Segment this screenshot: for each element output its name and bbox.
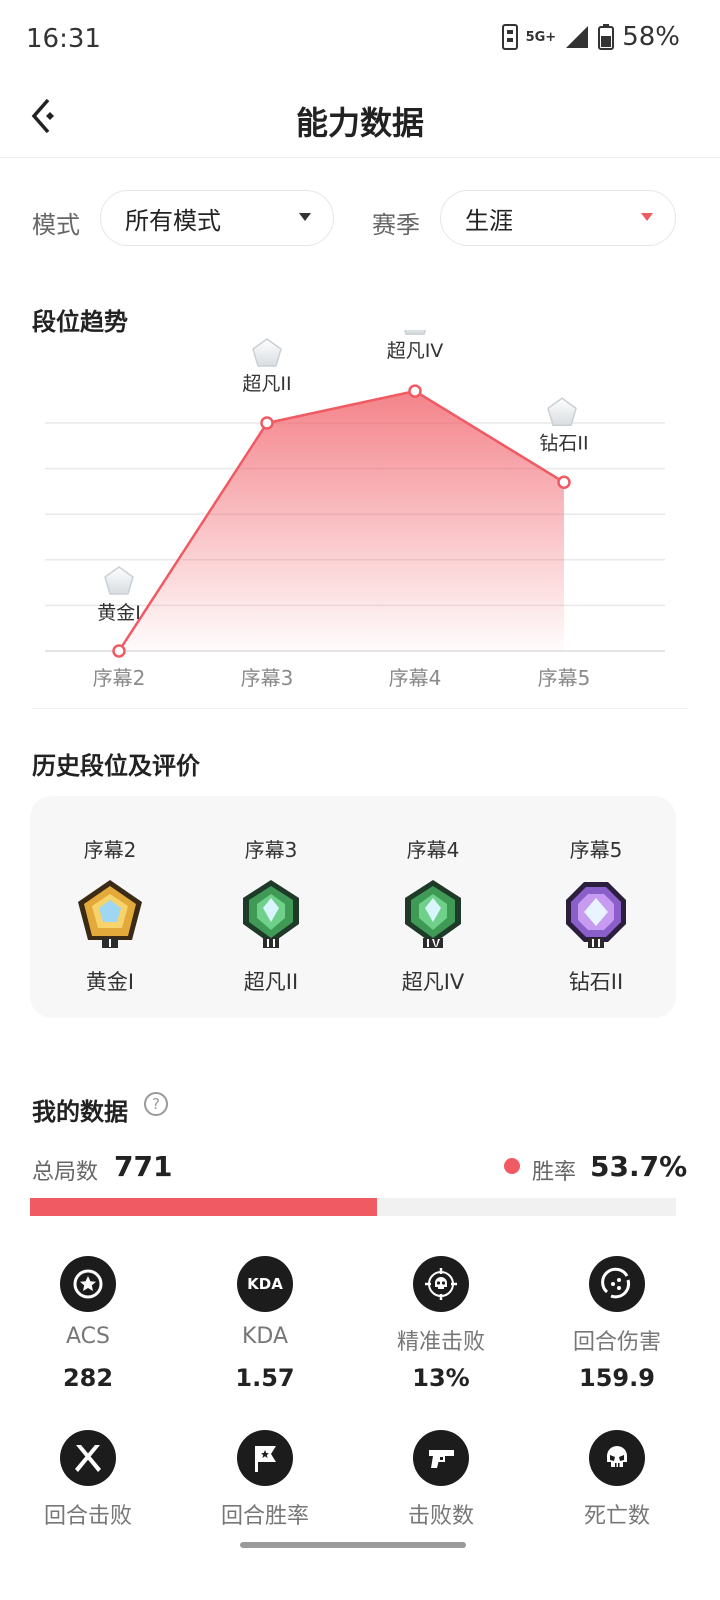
stat-label: ACS [66,1324,110,1349]
stat-label: KDA [241,1324,289,1349]
nfc-icon [501,24,518,50]
stat-label: 死亡数 [583,1504,650,1529]
history-item[interactable]: 序幕3 超凡II [191,796,351,1018]
chart-point-label: 黄金I [97,602,141,624]
battery-percent: 58% [622,22,680,52]
chart-point-label: 超凡IV [387,340,444,362]
chart-point [557,475,571,490]
crossed-blades-icon [60,1430,116,1486]
stat-label: 回合击败 [43,1504,132,1529]
history-season: 序幕2 [83,838,137,862]
win-rate-dot [504,1158,520,1174]
history-season: 序幕3 [244,838,298,862]
mode-select-value: 所有模式 [125,206,221,235]
history-rank: 超凡IV [401,970,465,994]
skull-icon [589,1430,645,1486]
history-season: 序幕5 [569,838,623,862]
my-data-title: 我的数据 [32,1098,128,1126]
history-rank: 黄金I [85,970,135,994]
chart-point [260,416,274,430]
stat-label: 回合伤害 [572,1330,661,1355]
season-select[interactable]: 生涯 [440,190,676,246]
star-flag-icon [237,1430,293,1486]
kda-icon: KDA [237,1256,293,1312]
status-time: 16:31 [26,24,101,54]
mode-select[interactable]: 所有模式 [100,190,334,246]
total-games-label: 总局数 [32,1160,99,1185]
chart-point-label: 超凡II [242,373,291,395]
kda-icon-text: KDA [247,1275,283,1293]
crosshair-skull-icon [413,1256,469,1312]
season-label: 赛季 [372,211,420,239]
chart-x-tick-label: 序幕4 [389,666,442,690]
history-rank: 超凡II [243,970,299,994]
chart-point-label: 钻石II [539,432,588,454]
stat-value: 1.57 [235,1364,295,1392]
history-item[interactable]: 序幕4 超凡IV [353,796,513,1018]
history-title: 历史段位及评价 [32,752,200,780]
season-select-value: 生涯 [465,206,513,235]
chart-point [112,644,126,658]
chart-rank-badge-icon [547,397,577,427]
chart-x-tick-label: 序幕2 [93,666,146,690]
rank-trend-chart: 黄金I 超凡II 超凡IV 钻石II 序幕2 序幕3 序幕4 序幕5 [45,330,665,690]
stat-label: 击败数 [407,1504,474,1529]
stat-value: 13% [412,1364,470,1392]
win-rate-value: 53.7% [590,1150,688,1183]
win-rate-bar-fill [30,1198,377,1216]
stat-value: 282 [62,1364,114,1392]
network-type: 5G+ [525,29,557,45]
star-badge-icon [60,1256,116,1312]
section-divider [32,708,688,709]
status-bar: 16:31 5G+ 58% [0,0,720,80]
history-rank: 钻石II [568,970,624,994]
signal-icon [566,26,589,48]
chevron-down-icon [299,213,311,221]
damage-icon [589,1256,645,1312]
battery-icon [598,24,615,50]
stat-label: 精准击败 [396,1330,485,1355]
history-item[interactable]: 序幕5 钻石II [516,796,676,1018]
total-games-value: 771 [114,1150,173,1183]
ascendant-rank-badge-icon [243,880,299,948]
chart-area [119,391,564,651]
header: 能力数据 [0,80,720,158]
stat-value: 159.9 [579,1364,655,1392]
mode-label: 模式 [32,211,80,239]
home-indicator[interactable] [240,1542,466,1548]
history-card: 序幕2 黄金I 序幕3 超凡II 序幕4 超凡IV 序幕5 钻石II [30,796,676,1018]
chart-rank-badge-icon [104,566,134,595]
chart-x-tick-label: 序幕3 [241,666,294,690]
ascendant-rank-badge-icon [405,880,461,948]
gold-rank-badge-icon [78,880,142,948]
win-rate-bar [30,1198,676,1216]
chart-x-tick-label: 序幕5 [538,666,591,690]
win-rate-label: 胜率 [532,1160,577,1185]
history-season: 序幕4 [406,838,460,862]
status-indicators: 5G+ 58% [501,22,680,52]
history-item[interactable]: 序幕2 黄金I [30,796,190,1018]
stat-label: 回合胜率 [220,1504,309,1529]
help-icon[interactable]: ? [144,1092,168,1116]
chart-point [408,384,422,398]
chart-rank-badge-icon [252,338,282,367]
page-title: 能力数据 [295,104,424,142]
diamond-rank-badge-icon [566,882,626,948]
chart-rank-badge-icon [404,330,426,335]
chevron-down-icon [641,213,653,221]
pistol-icon [413,1430,469,1486]
